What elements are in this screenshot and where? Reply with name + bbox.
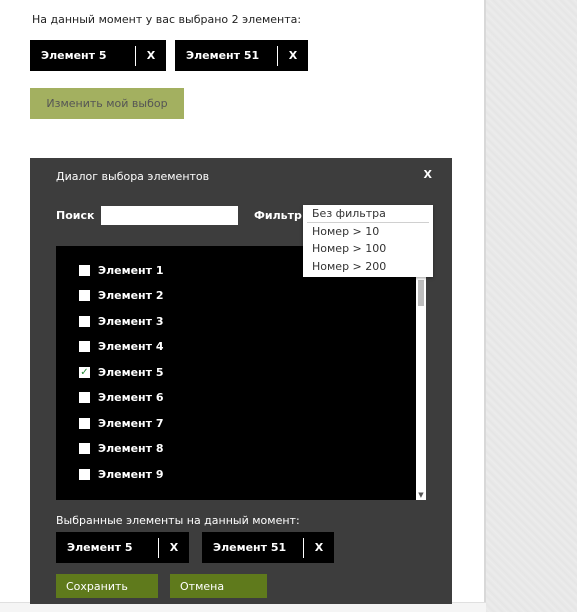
scroll-thumb[interactable]	[418, 280, 424, 306]
element-list[interactable]: Элемент 1 Элемент 2 Элемент 3 Элемент 4 …	[56, 246, 426, 500]
remove-chip-button[interactable]: X	[278, 49, 308, 62]
side-background-panel	[486, 0, 577, 612]
checkbox[interactable]	[79, 391, 90, 403]
filter-option-none[interactable]: Без фильтра	[312, 206, 386, 222]
checkbox[interactable]	[79, 442, 90, 454]
list-item-element-6[interactable]: Элемент 6	[79, 388, 164, 406]
dialog-close-button[interactable]: X	[424, 168, 432, 181]
list-item-element-9[interactable]: Элемент 9	[79, 465, 164, 483]
checkbox[interactable]	[79, 264, 90, 276]
checkbox-checked[interactable]: ✓	[79, 366, 90, 378]
list-item-label: Элемент 4	[98, 339, 164, 353]
selection-summary-text: На данный момент у вас выбрано 2 элемент…	[32, 13, 302, 26]
list-item-element-8[interactable]: Элемент 8	[79, 439, 164, 457]
dialog-chip-element-51: Элемент 51 X	[202, 532, 334, 563]
chip-label: Элемент 51	[186, 49, 260, 62]
filter-label: Фильтр	[254, 209, 302, 222]
list-item-element-2[interactable]: Элемент 2	[79, 286, 164, 304]
remove-chip-button[interactable]: X	[159, 541, 189, 554]
chip-label: Элемент 5	[41, 49, 107, 62]
scroll-down-arrow-icon[interactable]: ▼	[416, 490, 426, 500]
checkbox[interactable]	[79, 468, 90, 480]
chip-label: Элемент 5	[67, 541, 133, 554]
selected-elements-label: Выбранные элементы на данный момент:	[56, 514, 300, 527]
chip-label: Элемент 51	[213, 541, 287, 554]
filter-option-gt-10[interactable]: Номер > 10	[312, 224, 379, 240]
search-label: Поиск	[56, 209, 95, 222]
checkbox[interactable]	[79, 289, 90, 301]
dialog-chip-element-5: Элемент 5 X	[56, 532, 189, 563]
checkbox[interactable]	[79, 417, 90, 429]
list-item-element-5[interactable]: ✓ Элемент 5	[79, 363, 164, 381]
filter-dropdown[interactable]: Без фильтра Номер > 10 Номер > 100 Номер…	[303, 205, 433, 277]
selected-chip-element-51: Элемент 51 X	[175, 40, 308, 71]
element-selection-dialog: Диалог выбора элементов X Поиск Фильтр Э…	[30, 158, 452, 604]
list-scrollbar[interactable]: ▼	[416, 246, 426, 500]
checkbox[interactable]	[79, 315, 90, 327]
list-item-label: Элемент 3	[98, 314, 164, 328]
change-selection-button[interactable]: Изменить мой выбор	[30, 88, 184, 119]
list-item-label: Элемент 6	[98, 390, 164, 404]
save-button[interactable]: Сохранить	[56, 574, 158, 598]
selected-chip-element-5: Элемент 5 X	[30, 40, 166, 71]
checkbox[interactable]	[79, 340, 90, 352]
remove-chip-button[interactable]: X	[304, 541, 334, 554]
list-item-element-7[interactable]: Элемент 7	[79, 414, 164, 432]
filter-option-gt-100[interactable]: Номер > 100	[312, 241, 386, 257]
list-item-label: Элемент 8	[98, 441, 164, 455]
list-item-label: Элемент 9	[98, 467, 164, 481]
list-item-element-3[interactable]: Элемент 3	[79, 312, 164, 330]
remove-chip-button[interactable]: X	[136, 49, 166, 62]
list-item-element-4[interactable]: Элемент 4	[79, 337, 164, 355]
search-input[interactable]	[101, 206, 238, 225]
filter-option-gt-200[interactable]: Номер > 200	[312, 259, 386, 275]
list-item-label: Элемент 5	[98, 365, 164, 379]
list-item-element-1[interactable]: Элемент 1	[79, 261, 164, 279]
list-item-label: Элемент 7	[98, 416, 164, 430]
list-item-label: Элемент 2	[98, 288, 164, 302]
dropdown-divider	[307, 222, 429, 223]
dialog-title: Диалог выбора элементов	[56, 170, 210, 183]
cancel-button[interactable]: Отмена	[170, 574, 267, 598]
list-item-label: Элемент 1	[98, 263, 164, 277]
